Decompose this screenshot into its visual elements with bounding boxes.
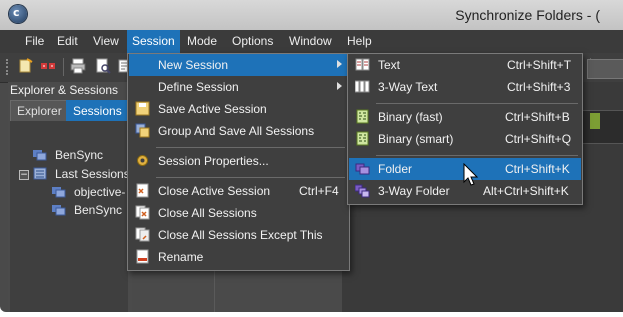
tree-item-last-sessions[interactable]: Last Sessions <box>55 167 130 181</box>
tab-sessions[interactable]: Sessions <box>66 100 129 122</box>
menu-item-3-way-text[interactable]: 3-Way Text Ctrl+Shift+3 <box>349 76 581 98</box>
workspace-panel-fragment <box>580 110 623 144</box>
gear-icon <box>137 155 148 166</box>
menu-item-label: 3-Way Text <box>378 80 438 94</box>
tab-explorer[interactable]: Explorer <box>10 100 69 122</box>
menu-item-label: 3-Way Folder <box>378 184 450 198</box>
menu-separator <box>156 147 345 148</box>
print-icon[interactable] <box>70 58 86 74</box>
close-except-icon <box>135 227 150 242</box>
menu-item-save-active-session[interactable]: Save Active Session <box>129 98 348 120</box>
submenu-arrow-icon <box>337 60 342 68</box>
menu-item-define-session[interactable]: Define Session <box>129 76 348 98</box>
menu-item-shortcut: Ctrl+Shift+3 <box>507 80 571 94</box>
rename-icon <box>136 249 149 264</box>
menu-separator <box>156 177 345 178</box>
binary-fast-icon <box>356 109 369 124</box>
mouse-pointer-icon <box>463 163 479 186</box>
menu-item-label: New Session <box>158 58 229 72</box>
menu-item-group-save[interactable]: Group And Save All Sessions <box>129 120 348 142</box>
menu-window[interactable]: Window <box>284 30 337 53</box>
tree-item-objective[interactable]: objective- <box>74 185 125 199</box>
menu-item-shortcut: Ctrl+Shift+Q <box>505 132 572 146</box>
menu-item-close-all-sessions[interactable]: Close All Sessions <box>129 202 348 224</box>
last-sessions-icon <box>33 167 47 180</box>
window-title: Synchronize Folders - ( <box>455 7 600 23</box>
title-bar: c Synchronize Folders - ( <box>0 0 623 30</box>
toolbar-separator <box>63 58 64 76</box>
menu-edit[interactable]: Edit <box>52 30 83 53</box>
menu-item-shortcut: Ctrl+Shift+K <box>505 162 570 176</box>
folder-compare-icon <box>355 163 370 175</box>
menu-item-label: Group And Save All Sessions <box>158 124 315 138</box>
three-way-folder-icon <box>355 184 370 198</box>
folder-sync-icon <box>33 150 47 161</box>
menu-item-label: Close Active Session <box>158 184 271 198</box>
menu-bar: File Edit View Session Mode Options Wind… <box>0 30 623 80</box>
menu-item-label: Folder <box>378 162 413 176</box>
menu-item-label: Save Active Session <box>158 102 267 116</box>
menu-item-new-session[interactable]: New Session <box>129 54 348 76</box>
compare-icon[interactable] <box>40 58 56 74</box>
menu-item-close-all-except-this[interactable]: Close All Sessions Except This <box>129 224 348 246</box>
menu-item-label: Binary (fast) <box>378 110 443 124</box>
menu-item-label: Define Session <box>158 80 239 94</box>
menu-mode[interactable]: Mode <box>182 30 222 53</box>
menu-separator <box>376 155 578 156</box>
menu-item-label: Close All Sessions Except This <box>158 228 323 242</box>
session-menu: New Session Define Session Save Active S… <box>127 53 350 271</box>
save-icon <box>135 101 150 116</box>
menu-item-label: Text <box>378 58 401 72</box>
menu-item-label: Rename <box>158 250 204 264</box>
tree-collapse-toggle[interactable]: − <box>19 170 29 180</box>
menu-session[interactable]: Session <box>127 30 180 53</box>
menu-separator <box>376 103 578 104</box>
group-save-icon <box>135 123 150 138</box>
menu-item-rename[interactable]: Rename <box>129 246 348 268</box>
tree-item-bensync[interactable]: BenSync <box>55 148 103 162</box>
menu-item-label: Binary (smart) <box>378 132 454 146</box>
menu-options[interactable]: Options <box>227 30 278 53</box>
new-document-icon[interactable] <box>17 58 33 74</box>
menu-item-label: Close All Sessions <box>158 206 257 220</box>
menu-help[interactable]: Help <box>342 30 377 53</box>
menu-view[interactable]: View <box>88 30 124 53</box>
play-button[interactable] <box>590 113 600 129</box>
menu-item-binary-smart[interactable]: Binary (smart) Ctrl+Shift+Q <box>349 128 581 150</box>
menu-item-label: Session Properties... <box>158 154 269 168</box>
menu-item-shortcut: Alt+Ctrl+Shift+K <box>483 184 569 198</box>
folder-sync-icon <box>52 187 66 198</box>
binary-smart-icon <box>356 131 369 146</box>
menu-item-shortcut: Ctrl+Shift+T <box>507 58 572 72</box>
toolbar-right-control[interactable] <box>587 59 623 79</box>
three-way-text-icon <box>355 80 370 93</box>
menu-item-shortcut: Ctrl+Shift+B <box>505 110 570 124</box>
sessions-tree: BenSync − Last Sessions objective- BenSy… <box>10 121 130 312</box>
text-compare-icon <box>355 58 370 71</box>
tree-item-bensync-2[interactable]: BenSync <box>74 203 122 217</box>
print-preview-icon[interactable] <box>95 58 111 74</box>
menu-item-binary-fast[interactable]: Binary (fast) Ctrl+Shift+B <box>349 106 581 128</box>
submenu-arrow-icon <box>337 82 342 90</box>
menu-item-text[interactable]: Text Ctrl+Shift+T <box>349 54 581 76</box>
menu-file[interactable]: File <box>20 30 49 53</box>
close-session-icon <box>136 183 149 198</box>
menu-item-shortcut: Ctrl+F4 <box>299 184 339 198</box>
pane-title: Explorer & Sessions <box>10 83 119 97</box>
folder-sync-icon <box>52 205 66 216</box>
app-logo-icon[interactable]: c <box>9 5 27 23</box>
close-all-icon <box>135 205 150 220</box>
toolbar-grip[interactable] <box>6 59 10 75</box>
menu-item-close-active-session[interactable]: Close Active Session Ctrl+F4 <box>129 180 348 202</box>
menu-item-session-properties[interactable]: Session Properties... <box>129 150 348 172</box>
